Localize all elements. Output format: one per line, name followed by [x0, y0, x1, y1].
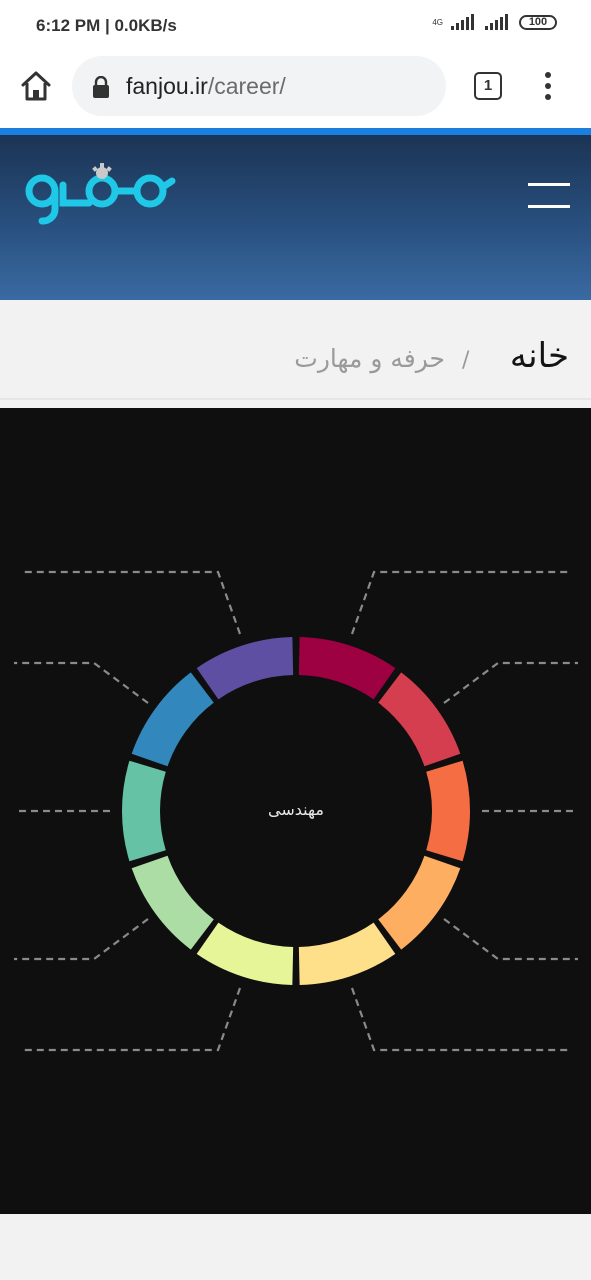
url-path: /career/	[207, 73, 286, 99]
breadcrumb-separator: /	[462, 348, 470, 373]
breadcrumb-home-link[interactable]: خانه	[510, 336, 569, 376]
wheel-segment[interactable]	[196, 922, 294, 985]
home-icon[interactable]	[18, 68, 54, 104]
tabs-icon[interactable]: 1	[474, 72, 502, 100]
site-header	[0, 135, 591, 300]
screen: 6:12 PM | 0.0KB/s 4G 100 fanjou.ir/caree…	[0, 0, 591, 1280]
career-wheel-panel: مهندسی	[0, 408, 591, 1214]
wheel-segment[interactable]	[131, 672, 214, 767]
leader-line	[443, 918, 578, 961]
page-footer-area	[0, 1214, 591, 1280]
leader-line	[443, 661, 578, 704]
signal-icon	[485, 14, 508, 30]
leader-line	[20, 987, 242, 1052]
wheel-segment[interactable]	[298, 922, 396, 985]
lock-icon	[93, 76, 109, 98]
site-logo[interactable]	[22, 163, 178, 229]
leader-line	[350, 570, 572, 635]
status-time: 6:12 PM | 0.0KB/s	[36, 16, 177, 35]
network-type-label: 4G	[432, 17, 443, 27]
wheel-segment[interactable]	[298, 637, 396, 700]
wheel-segment[interactable]	[426, 760, 470, 862]
wheel-segment[interactable]	[196, 637, 294, 700]
wheel-center-label: مهندسی	[268, 800, 324, 819]
leader-line	[20, 570, 242, 635]
url-host: fanjou.ir	[126, 73, 208, 99]
leader-line	[350, 987, 572, 1052]
accent-strip	[0, 128, 591, 135]
leader-line	[14, 661, 149, 704]
breadcrumb: خانه / حرفه و مهارت	[0, 300, 591, 400]
hamburger-icon[interactable]	[528, 183, 570, 209]
wheel-segment[interactable]	[121, 760, 166, 862]
url-text: fanjou.ir/career/	[126, 73, 286, 100]
wheel-segment[interactable]	[378, 672, 461, 767]
breadcrumb-current: حرفه و مهارت	[294, 344, 445, 373]
leader-line	[14, 918, 149, 961]
wheel-segment[interactable]	[131, 855, 214, 950]
address-bar[interactable]: fanjou.ir/career/	[72, 56, 446, 116]
status-bar: 6:12 PM | 0.0KB/s 4G 100	[0, 0, 591, 54]
browser-toolbar: fanjou.ir/career/ 1	[0, 54, 591, 128]
wheel-segment[interactable]	[378, 855, 461, 950]
status-icons: 4G 100	[432, 14, 557, 30]
battery-icon: 100	[519, 14, 557, 30]
signal-icon	[451, 14, 474, 30]
more-vert-icon[interactable]	[536, 70, 560, 102]
